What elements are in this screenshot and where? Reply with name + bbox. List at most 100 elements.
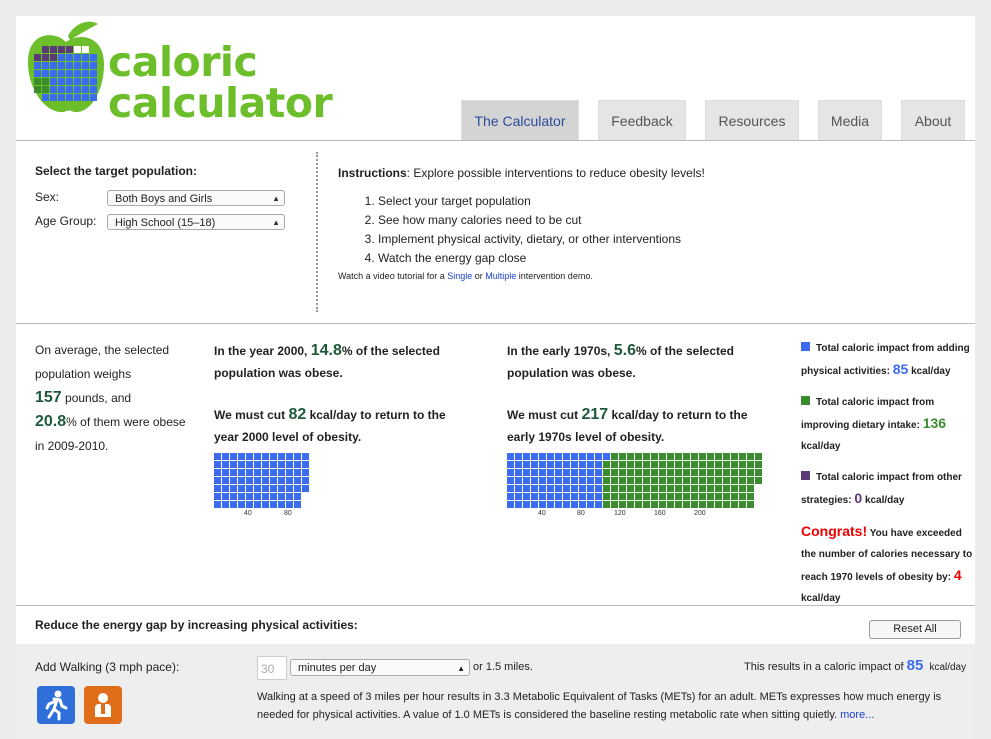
waffle-cell [739, 453, 746, 460]
waffle-cell [627, 477, 634, 484]
waffle-cell [278, 477, 285, 484]
waffle-cell [294, 485, 301, 492]
waffle-cell [675, 453, 682, 460]
walking-activity-icon[interactable] [37, 686, 75, 724]
waffle-cell [683, 461, 690, 468]
waffle-cell [286, 485, 293, 492]
age-group-select[interactable]: High School (15–18) ▲ [107, 214, 285, 230]
waffle-cell [659, 453, 666, 460]
waffle-cell [699, 501, 706, 508]
waffle-cell [230, 493, 237, 500]
waffle-cell [731, 453, 738, 460]
waffle-cell [731, 477, 738, 484]
logo[interactable]: caloric calculator [24, 20, 333, 130]
waffle-cell [230, 461, 237, 468]
more-link[interactable]: more... [840, 709, 874, 721]
waffle-cell [563, 493, 570, 500]
unit-select[interactable]: minutes per day ▲ [290, 659, 470, 676]
waffle-cell [531, 469, 538, 476]
early-1970s-stats: In the early 1970s, 5.6% of the selected… [507, 340, 757, 448]
tab-resources[interactable]: Resources [705, 100, 799, 140]
waffle-cell [755, 469, 762, 476]
waffle-cell [611, 477, 618, 484]
waffle-cell [595, 493, 602, 500]
select-arrows-icon: ▲ [272, 194, 280, 203]
tab-about[interactable]: About [901, 100, 965, 140]
waffle-cell [254, 469, 261, 476]
logo-line2: calculator [108, 79, 333, 127]
waffle-cell [286, 501, 293, 508]
waffle-cell [675, 469, 682, 476]
waffle-cell [611, 493, 618, 500]
waffle-cell [651, 501, 658, 508]
reset-all-button[interactable]: Reset All [869, 620, 961, 639]
waffle-cell [667, 501, 674, 508]
waffle-cell [547, 453, 554, 460]
waffle-cell [627, 453, 634, 460]
y1970-t1: In the early 1970s, [507, 344, 614, 358]
waffle-cell [507, 469, 514, 476]
waffle-cell [635, 477, 642, 484]
waffle-cell [595, 501, 602, 508]
tab-media[interactable]: Media [818, 100, 882, 140]
waffle-cell [262, 501, 269, 508]
waffle-cell [651, 493, 658, 500]
waffle-cell [214, 453, 221, 460]
waffle-cell [595, 461, 602, 468]
tick-label: 200 [694, 510, 706, 517]
instructions-bold: Instructions [338, 166, 407, 180]
waffle-cell [683, 485, 690, 492]
waffle-cell [262, 493, 269, 500]
waffle-cell [731, 493, 738, 500]
waffle-cell [723, 453, 730, 460]
sex-select[interactable]: Both Boys and Girls ▲ [107, 190, 285, 206]
waffle-cell [739, 477, 746, 484]
waffle-cell [222, 477, 229, 484]
waffle-cell [222, 501, 229, 508]
waffle-cell [278, 493, 285, 500]
walking-description: Walking at a speed of 3 miles per hour r… [257, 688, 957, 724]
legend-physical: Total caloric impact from adding physica… [801, 338, 975, 382]
waffle-cell [246, 461, 253, 468]
waffle-cell [643, 453, 650, 460]
legend-unit: kcal/day [911, 366, 951, 377]
waffle-cell [539, 477, 546, 484]
avg-pounds: 157 [35, 389, 62, 406]
waffle-cell [523, 453, 530, 460]
waffle-cell [611, 469, 618, 476]
waffle-cell [507, 461, 514, 468]
waffle-cell [627, 461, 634, 468]
multiple-demo-link[interactable]: Multiple [485, 271, 516, 281]
y2000-t1: In the year 2000, [214, 344, 311, 358]
person-profile-icon[interactable] [84, 686, 122, 724]
waffle-cell [278, 453, 285, 460]
tab-feedback[interactable]: Feedback [598, 100, 686, 140]
waffle-cell [531, 461, 538, 468]
waffle-cell [643, 485, 650, 492]
waffle-cell [579, 453, 586, 460]
waffle-cell [294, 469, 301, 476]
minutes-input[interactable]: 30 [257, 656, 287, 680]
waffle-cell [739, 469, 746, 476]
instructions: Instructions: Explore possible intervent… [338, 166, 958, 281]
waffle-cell [286, 453, 293, 460]
waffle-cell [731, 501, 738, 508]
y1970-pct: 5.6 [613, 342, 636, 359]
legend-unit: kcal/day [801, 593, 841, 604]
average-summary: On average, the selected population weig… [35, 338, 195, 458]
tick-label: 120 [614, 510, 626, 517]
waffle-cell [507, 453, 514, 460]
waffle-cell [294, 453, 301, 460]
tab-the-calculator[interactable]: The Calculator [461, 100, 579, 140]
waffle-cell [539, 453, 546, 460]
legend-diet-text: Total caloric impact from improving diet… [801, 397, 935, 431]
purple-swatch-icon [801, 471, 810, 480]
result-value: 85 [906, 657, 924, 674]
single-demo-link[interactable]: Single [447, 271, 472, 281]
waffle-cell [515, 493, 522, 500]
waffle-cell [539, 485, 546, 492]
waffle-cell [699, 461, 706, 468]
page: caloric calculator The Calculator Feedba… [16, 16, 975, 739]
walking-label: Add Walking (3 mph pace): [35, 660, 180, 674]
waffle-cell [254, 453, 261, 460]
